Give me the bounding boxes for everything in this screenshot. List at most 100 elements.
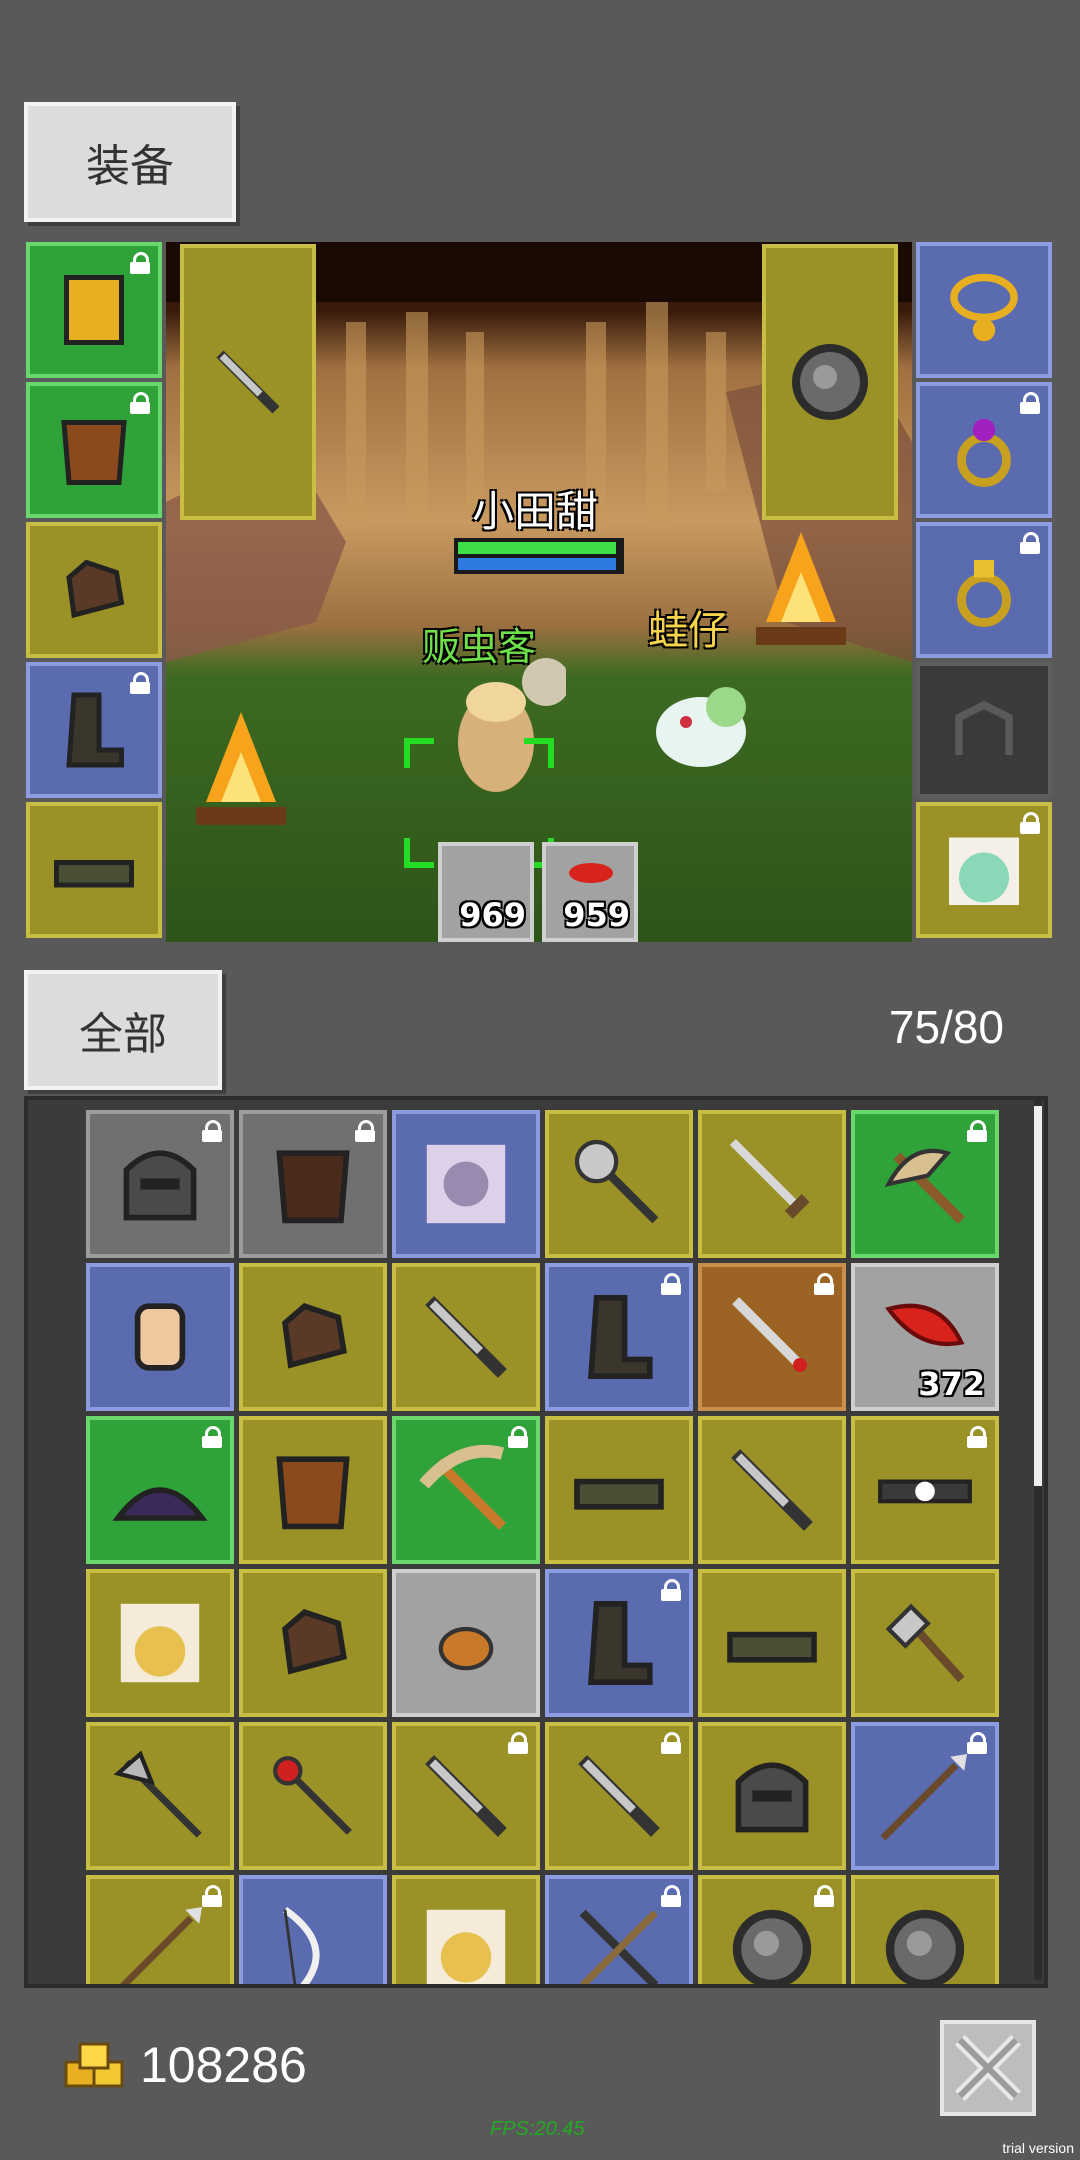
lock-icon (508, 1732, 528, 1754)
inventory-grid[interactable]: 372 (24, 1096, 1048, 1988)
inventory-slot[interactable]: 372 (851, 1263, 999, 1411)
inventory-slot[interactable] (392, 1875, 540, 1984)
spear-icon (880, 1754, 967, 1841)
lock-icon (202, 1120, 222, 1142)
pet-portrait-icon (949, 837, 1019, 905)
inventory-filter-tab[interactable]: 全部 (24, 970, 222, 1090)
inventory-slot[interactable] (698, 1722, 846, 1870)
boots-icon (587, 1601, 653, 1685)
belt-icon (54, 860, 134, 888)
dagger-icon (425, 1755, 507, 1837)
equip-slot-left[interactable] (26, 522, 162, 658)
staff-icon (273, 1756, 352, 1835)
watermark: trial version (1002, 2140, 1074, 2156)
inventory-slot[interactable] (86, 1416, 234, 1564)
lock-icon (661, 1273, 681, 1295)
equip-slot-left[interactable] (26, 242, 162, 378)
ring-purple-icon (957, 418, 1011, 487)
inventory-slot[interactable] (698, 1416, 846, 1564)
inventory-slot[interactable] (545, 1263, 693, 1411)
inventory-slot[interactable] (851, 1722, 999, 1870)
inventory-slot[interactable] (86, 1569, 234, 1717)
dagger-icon (731, 1449, 813, 1531)
dagger-icon (216, 350, 280, 414)
axe-icon (884, 1148, 965, 1224)
inventory-slot[interactable] (86, 1263, 234, 1411)
health-bar (458, 542, 616, 554)
lock-icon (508, 1426, 528, 1448)
inventory-slot[interactable] (851, 1110, 999, 1258)
inventory-slot[interactable] (239, 1875, 387, 1984)
equip-slot-left[interactable] (26, 382, 162, 518)
inventory-slot[interactable] (392, 1569, 540, 1717)
gold-amount: 108286 (140, 2037, 307, 2093)
bow-icon (282, 1906, 320, 1984)
axe-small-icon (885, 1603, 965, 1683)
campfire-icon (756, 532, 846, 645)
scroll-icon (134, 1303, 186, 1371)
game-scene[interactable]: 小田甜 贩虫客 蛙仔 969 959 (166, 242, 912, 942)
inventory-slot[interactable] (392, 1722, 540, 1870)
inventory-slot[interactable] (545, 1110, 693, 1258)
chest-icon (276, 1456, 350, 1530)
gloves-icon (282, 1609, 347, 1675)
pet-frog[interactable] (646, 672, 756, 772)
inventory-slot[interactable] (86, 1110, 234, 1258)
shield-icon (792, 344, 868, 420)
inventory-slot[interactable] (239, 1722, 387, 1870)
equipment-tab[interactable]: 装备 (24, 102, 236, 222)
inventory-slot[interactable] (698, 1875, 846, 1984)
inventory-slot[interactable] (86, 1722, 234, 1870)
ring-gold-icon (957, 560, 1011, 627)
equip-slot-left[interactable] (26, 802, 162, 938)
pet-name: 蛙仔 (648, 608, 728, 654)
portrait-bird-icon (426, 1909, 506, 1984)
inventory-slot[interactable] (239, 1110, 387, 1258)
lock-icon (130, 252, 150, 274)
armor-icon (64, 275, 124, 345)
inventory-slot[interactable] (392, 1110, 540, 1258)
inventory-slot[interactable] (851, 1416, 999, 1564)
helmet-icon (735, 1762, 809, 1833)
inventory-slot[interactable] (698, 1263, 846, 1411)
lock-icon (202, 1426, 222, 1448)
inventory-slot[interactable] (851, 1569, 999, 1717)
equip-slot-right[interactable] (916, 802, 1052, 938)
stat-left-count: 969 (459, 896, 526, 934)
lock-icon (967, 1426, 987, 1448)
inventory-slot[interactable] (545, 1416, 693, 1564)
equip-slot-right[interactable] (916, 522, 1052, 658)
inventory-slot[interactable] (392, 1263, 540, 1411)
stat-right-count: 959 (563, 896, 630, 934)
lock-icon (967, 1732, 987, 1754)
inventory-slot[interactable] (392, 1416, 540, 1564)
inventory-slot[interactable] (851, 1875, 999, 1984)
lock-icon (967, 1120, 987, 1142)
portrait-bird-icon (120, 1603, 200, 1683)
equip-slot-right[interactable] (916, 662, 1052, 798)
mount-slot-icon (955, 700, 1013, 755)
inventory-slot[interactable] (239, 1263, 387, 1411)
offhand-slot[interactable] (762, 244, 898, 520)
lock-icon (661, 1732, 681, 1754)
necklace-icon (950, 273, 1018, 342)
inventory-slot[interactable] (239, 1569, 387, 1717)
inventory-slot[interactable] (545, 1722, 693, 1870)
inventory-slot[interactable] (545, 1569, 693, 1717)
equip-slot-right[interactable] (916, 242, 1052, 378)
close-button[interactable] (940, 2020, 1036, 2116)
equip-slot-left[interactable] (26, 662, 162, 798)
stat-slot-right[interactable]: 959 (542, 842, 638, 942)
inventory-slot[interactable] (239, 1416, 387, 1564)
weapon-slot[interactable] (180, 244, 316, 520)
lock-icon (1020, 812, 1040, 834)
inventory-slot[interactable] (698, 1110, 846, 1258)
inventory-slot[interactable] (698, 1569, 846, 1717)
gloves-icon (66, 559, 125, 619)
red-feather-icon (569, 863, 613, 883)
inventory-scrollbar-thumb[interactable] (1034, 1106, 1042, 1486)
inventory-slot[interactable] (545, 1875, 693, 1984)
equip-slot-right[interactable] (916, 382, 1052, 518)
inventory-slot[interactable] (86, 1875, 234, 1984)
stat-slot-left[interactable]: 969 (438, 842, 534, 942)
